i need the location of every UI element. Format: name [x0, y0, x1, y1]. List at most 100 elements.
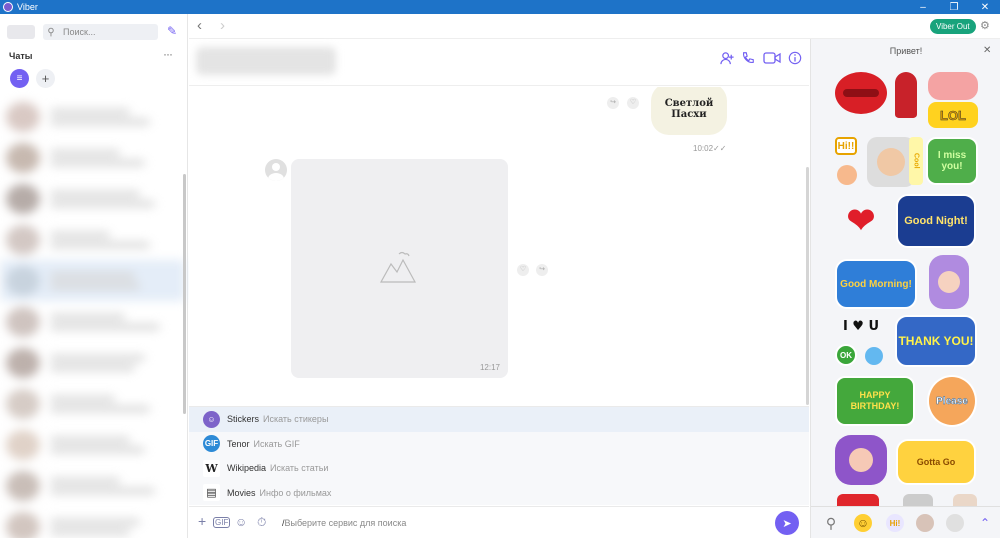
back-button[interactable]: ‹	[197, 17, 202, 34]
good-night-sticker[interactable]: Good Night!	[896, 194, 976, 248]
timer-icon[interactable]: ⏱	[257, 515, 266, 530]
guy-sticker[interactable]	[867, 137, 915, 187]
composer-placeholder: Выберите сервис для поиска	[284, 518, 407, 528]
chat-list-item[interactable]	[0, 424, 185, 465]
composer-input[interactable]: /Выберите сервис для поиска	[282, 518, 406, 528]
search-placeholder: Поиск...	[63, 27, 96, 37]
my-avatar[interactable]	[7, 25, 35, 39]
video-icon[interactable]	[763, 51, 781, 68]
ok-sticker[interactable]: OK	[835, 344, 857, 366]
hi-pack-icon[interactable]: Hi!	[886, 514, 904, 532]
sender-avatar[interactable]	[265, 159, 287, 181]
close-window-button[interactable]: ✕	[970, 0, 1000, 14]
settings-gear-icon[interactable]: ⚙	[980, 19, 990, 32]
please-sticker[interactable]: Please	[927, 375, 977, 427]
sticker-pack-title: Привет!	[889, 46, 923, 56]
service-stickers[interactable]: ☺ Stickers Искать стикеры	[189, 407, 809, 432]
chat-list-item[interactable]	[0, 219, 185, 260]
send-button[interactable]: ➤	[775, 511, 799, 535]
search-icon[interactable]: ⚲	[822, 514, 840, 532]
chat-list-item[interactable]	[0, 96, 185, 137]
chat-list-item[interactable]	[0, 178, 185, 219]
easter-sticker-text-1: Светлой	[664, 98, 714, 109]
photo-message[interactable]: 12:17	[291, 159, 508, 378]
chat-list-item[interactable]	[0, 383, 185, 424]
lol-sticker[interactable]: LOL	[928, 102, 978, 128]
partial-sticker[interactable]	[953, 494, 977, 506]
sticker-icon[interactable]: ☺	[235, 515, 247, 529]
good-morning-sticker[interactable]: Good Morning!	[835, 259, 917, 309]
compose-icon[interactable]: ✎	[167, 24, 177, 38]
character-pack-icon[interactable]	[916, 514, 934, 532]
restore-button[interactable]: ❐	[939, 0, 969, 14]
chat-list-item[interactable]	[0, 342, 185, 383]
info-icon[interactable]	[788, 51, 802, 68]
viber-logo-icon	[3, 2, 13, 12]
call-icon[interactable]	[741, 51, 755, 68]
chevron-up-icon[interactable]: ⌃	[976, 514, 994, 532]
i-miss-you-sticker[interactable]: I miss you!	[926, 137, 978, 185]
add-folder-button[interactable]: +	[36, 69, 55, 88]
lips-sticker[interactable]	[835, 72, 887, 114]
like-icon[interactable]: ♡	[627, 97, 639, 109]
emoji-icon[interactable]: ☺	[854, 514, 872, 532]
messages-scrollbar[interactable]	[806, 167, 809, 405]
message-time: 10:02	[693, 144, 714, 153]
photo-time: 12:17	[479, 363, 500, 372]
angry-girl-sticker[interactable]	[835, 435, 887, 485]
plus-icon[interactable]: +	[198, 513, 206, 529]
chat-list-item[interactable]	[0, 137, 185, 178]
more-options-button[interactable]: ···	[163, 47, 173, 61]
kids-sticker[interactable]	[928, 72, 978, 100]
wikipedia-icon: W	[203, 459, 220, 477]
chat-list-item[interactable]	[0, 301, 185, 342]
service-wikipedia[interactable]: W Wikipedia Искать статьи	[189, 456, 809, 481]
chat-title-blurred[interactable]	[196, 47, 336, 75]
chat-header	[189, 39, 809, 86]
window-title: Viber	[17, 2, 38, 12]
like-icon[interactable]: ♡	[517, 264, 529, 276]
viber-out-button[interactable]: Viber Out	[930, 19, 976, 34]
service-description: Искать GIF	[253, 438, 300, 449]
happy-birthday-sticker[interactable]: HAPPY BIRTHDAY!	[835, 376, 915, 426]
service-name: Wikipedia	[227, 463, 267, 474]
close-icon[interactable]: ✕	[983, 45, 991, 56]
chat-list-scrollbar[interactable]	[183, 174, 186, 414]
title-bar: Viber – ❐ ✕	[0, 0, 1000, 14]
partial-sticker[interactable]	[903, 494, 933, 506]
forward-icon[interactable]: ↪	[536, 264, 548, 276]
thumbs-up-sticker[interactable]	[837, 165, 857, 185]
service-tenor[interactable]: GIF Tenor Искать GIF	[189, 432, 809, 457]
no-sticker[interactable]	[837, 494, 879, 506]
add-participant-icon[interactable]	[720, 51, 735, 69]
forward-icon[interactable]: ↪	[607, 97, 619, 109]
hi-sticker[interactable]: Hi!!	[835, 137, 857, 155]
splash-sticker[interactable]	[865, 347, 883, 365]
service-name: Movies	[227, 487, 256, 498]
thank-you-sticker[interactable]: THANK YOU!	[895, 315, 977, 367]
gif-icon[interactable]: GIF	[213, 517, 231, 528]
sticker-panel: Привет! ✕ LOL Hi!! Cool I miss you! ❤ Go…	[810, 39, 1000, 538]
easter-sticker-message[interactable]: Светлой Пасхи	[651, 87, 727, 135]
chats-heading: Чаты	[9, 51, 33, 61]
rose-sticker[interactable]	[895, 72, 917, 118]
cool-sticker[interactable]: Cool	[909, 137, 923, 185]
forward-button[interactable]: ›	[220, 17, 225, 34]
chat-filter-button[interactable]: ≡	[10, 69, 29, 88]
sidebar: ⚲ Поиск... ✎ Чаты ··· ≡ +	[0, 14, 188, 538]
search-input[interactable]: ⚲ Поиск...	[43, 24, 158, 40]
chat-list-item[interactable]	[0, 465, 185, 506]
service-movies[interactable]: ▤ Movies Инфо о фильмах	[189, 481, 809, 506]
chat-list-item[interactable]	[0, 506, 185, 538]
chat-list-item-selected[interactable]	[0, 260, 185, 301]
girl-sticker[interactable]	[929, 255, 969, 309]
service-name: Tenor	[227, 438, 250, 449]
top-navbar: ‹ › Viber Out ⚙	[189, 14, 1000, 39]
sticker-market-icon[interactable]	[946, 514, 964, 532]
minimize-button[interactable]: –	[908, 0, 938, 14]
read-check-icon: ✓✓	[713, 144, 727, 153]
hearts-sticker[interactable]: ❤	[835, 194, 887, 248]
i-love-you-sticker[interactable]: I ♥ U	[835, 315, 887, 337]
search-icon: ⚲	[47, 26, 55, 38]
gotta-go-sticker[interactable]: Gotta Go	[896, 439, 976, 485]
